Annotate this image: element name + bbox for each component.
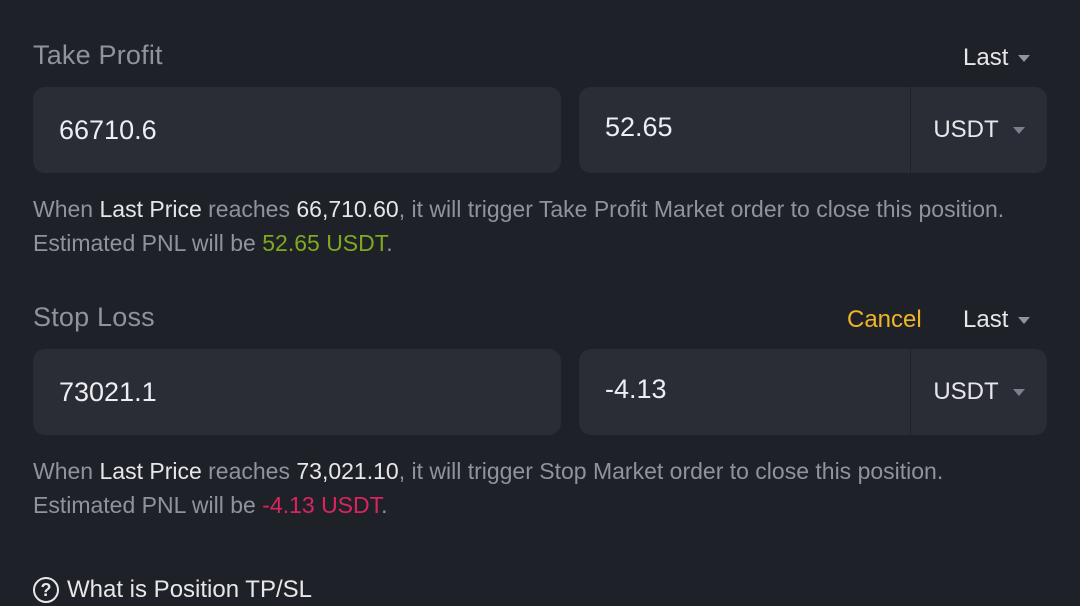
stop-loss-price-field[interactable] [33, 349, 561, 435]
price-type-text: Last Price [99, 196, 202, 222]
stop-loss-pnl-field[interactable]: USDT [579, 349, 1047, 435]
help-link-label: What is Position TP/SL [67, 576, 312, 603]
trigger-type-label: Last [963, 306, 1009, 333]
price-type-text: Last Price [99, 458, 202, 484]
take-profit-unit-select[interactable]: USDT [910, 87, 1047, 173]
unit-label: USDT [933, 378, 999, 405]
chevron-down-icon [1012, 388, 1025, 396]
estimated-pnl-text: -4.13 USDT [262, 492, 382, 518]
stop-loss-price-input[interactable] [33, 376, 561, 408]
desc-text: When [33, 196, 100, 222]
take-profit-price-field[interactable] [33, 87, 561, 173]
take-profit-pnl-input[interactable] [579, 111, 905, 143]
chevron-down-icon [1018, 54, 1031, 62]
stop-loss-description: When Last Price reaches 73,021.10, it wi… [33, 454, 1043, 522]
take-profit-title: Take Profit [33, 40, 163, 70]
chevron-down-icon [1018, 316, 1031, 324]
take-profit-price-input[interactable] [33, 114, 561, 146]
position-tpsl-help-link[interactable]: ? What is Position TP/SL [33, 576, 312, 604]
chevron-down-icon [1012, 126, 1025, 134]
tpsl-panel: Take Profit Last USDT When Last Price re… [0, 0, 1080, 606]
desc-text: reaches [201, 458, 297, 484]
stop-loss-pnl-input[interactable] [579, 373, 905, 405]
stop-loss-unit-select[interactable]: USDT [910, 349, 1047, 435]
take-profit-description: When Last Price reaches 66,710.60, it wi… [33, 192, 1043, 260]
trigger-price-text: 66,710.60 [296, 196, 399, 222]
desc-text: . [386, 230, 393, 256]
trigger-type-label: Last [963, 44, 1009, 71]
stop-loss-cancel-button[interactable]: Cancel [847, 306, 922, 334]
desc-text: reaches [201, 196, 297, 222]
desc-text: When [33, 458, 100, 484]
unit-label: USDT [933, 116, 999, 143]
trigger-price-text: 73,021.10 [296, 458, 399, 484]
stop-loss-title: Stop Loss [33, 302, 155, 332]
take-profit-trigger-select[interactable]: Last [963, 44, 1031, 72]
estimated-pnl-text: 52.65 USDT [262, 230, 387, 256]
take-profit-pnl-field[interactable]: USDT [579, 87, 1047, 173]
stop-loss-trigger-select[interactable]: Last [963, 306, 1031, 334]
question-circle-icon: ? [33, 577, 59, 603]
desc-text: . [381, 492, 388, 518]
